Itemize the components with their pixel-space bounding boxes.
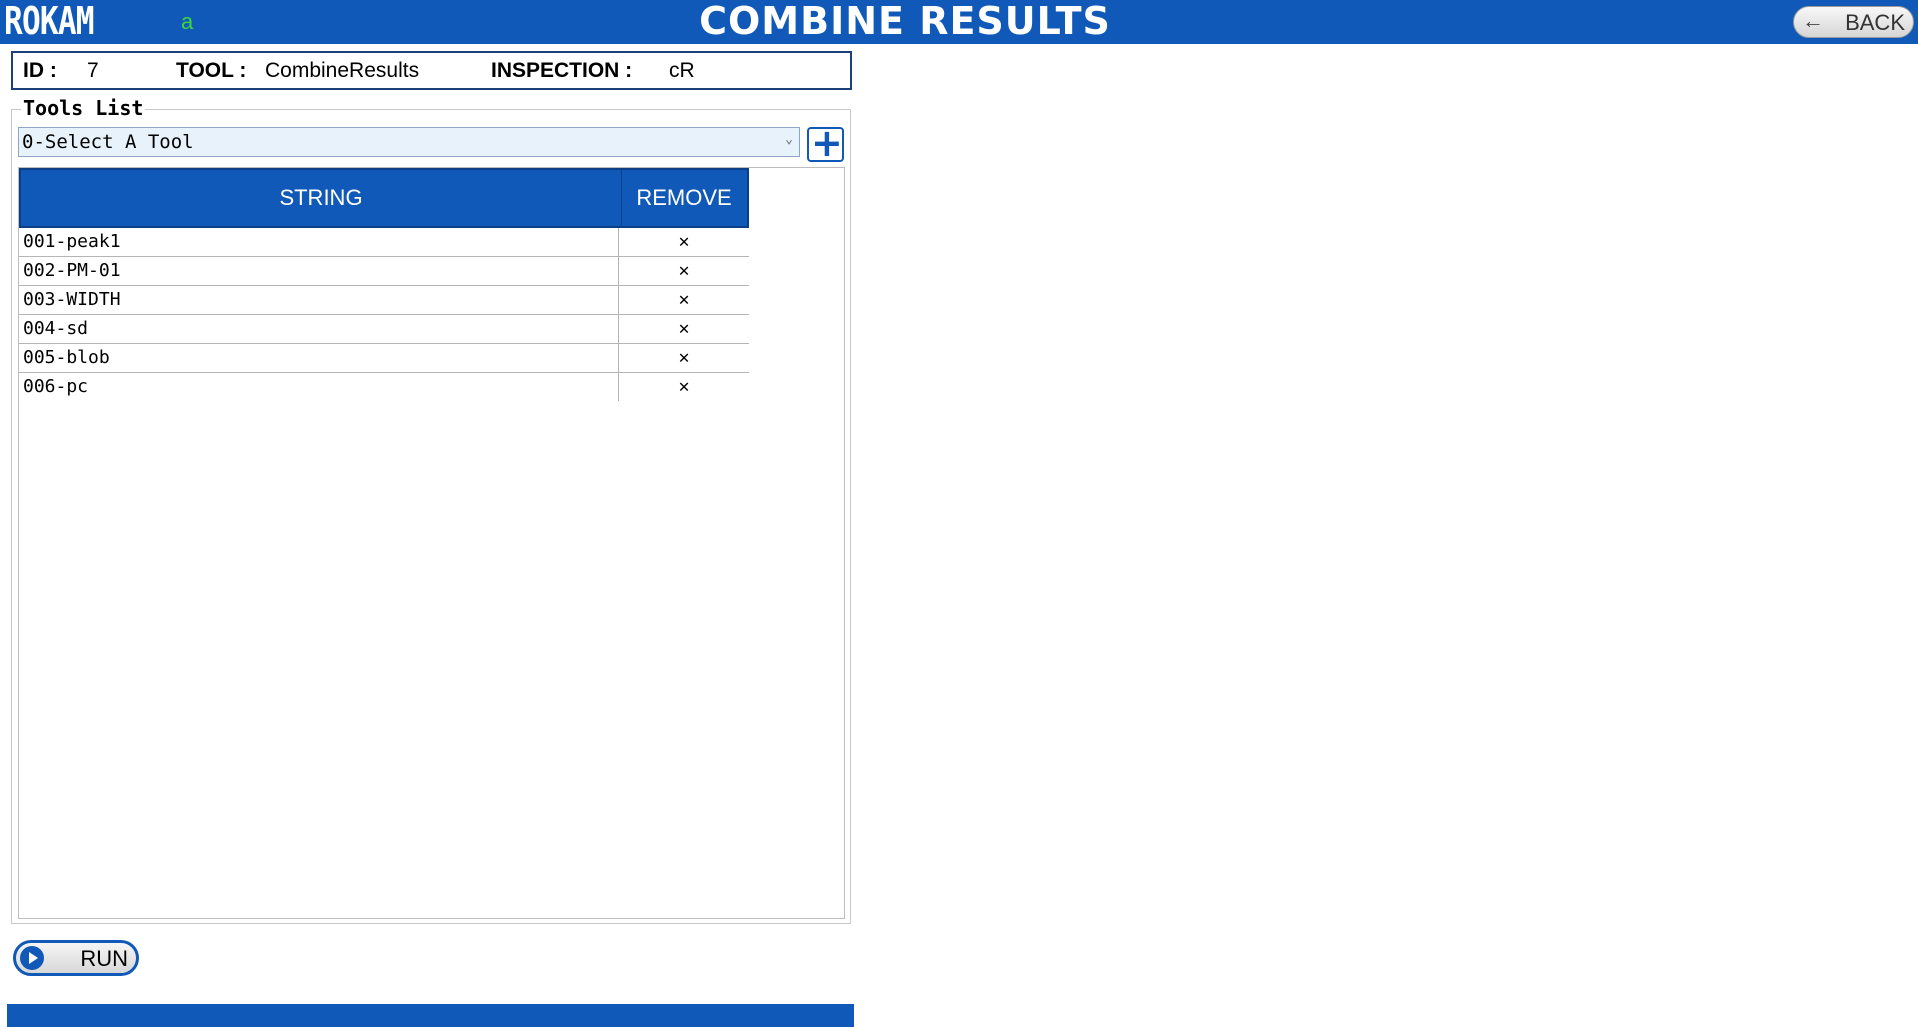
string-cell[interactable]: 005-blob (19, 344, 619, 372)
tool-select-value: 0-Select A Tool (22, 131, 194, 153)
tool-label: TOOL : (176, 59, 247, 82)
run-button-label: RUN (80, 946, 128, 971)
string-cell[interactable]: 002-PM-01 (19, 257, 619, 285)
tool-select[interactable]: 0-Select A Tool ⌄ (18, 127, 800, 157)
add-tool-button[interactable]: + (807, 121, 844, 165)
table-row[interactable]: 006-pc ✕ (19, 373, 749, 401)
tool-info-box: ID : 7 TOOL : CombineResults INSPECTION … (11, 51, 852, 90)
remove-icon[interactable]: ✕ (619, 344, 749, 372)
remove-icon[interactable]: ✕ (619, 315, 749, 343)
plus-icon: + (811, 121, 843, 165)
arrow-left-icon: ← (1802, 8, 1824, 33)
tools-list-legend: Tools List (21, 96, 146, 120)
table-row[interactable]: 003-WIDTH ✕ (19, 286, 749, 315)
remove-icon[interactable]: ✕ (619, 257, 749, 285)
remove-icon[interactable]: ✕ (619, 228, 749, 256)
string-cell[interactable]: 004-sd (19, 315, 619, 343)
page-title: COMBINE RESULTS (699, 0, 1111, 43)
string-cell[interactable]: 001-peak1 (19, 228, 619, 256)
table-row[interactable]: 005-blob ✕ (19, 344, 749, 373)
column-header-string[interactable]: STRING (21, 170, 622, 226)
table-row[interactable]: 001-peak1 ✕ (19, 228, 749, 257)
inspection-value: cR (669, 59, 695, 82)
inspection-label: INSPECTION : (491, 59, 633, 82)
remove-icon[interactable]: ✕ (619, 286, 749, 314)
grid-rows: 001-peak1 ✕ 002-PM-01 ✕ 003-WIDTH ✕ 004-… (19, 228, 749, 401)
top-bar: ROKAM a COMBINE RESULTS ← BACK (0, 0, 1918, 44)
back-button-label: BACK (1845, 10, 1905, 35)
play-icon (20, 946, 44, 970)
footer-bar (7, 1004, 854, 1027)
tool-value: CombineResults (265, 59, 420, 82)
run-button[interactable]: RUN (13, 940, 139, 976)
back-button[interactable]: ← BACK (1793, 6, 1914, 38)
table-row[interactable]: 002-PM-01 ✕ (19, 257, 749, 286)
string-cell[interactable]: 006-pc (19, 373, 619, 401)
id-label: ID : (23, 59, 57, 82)
chevron-down-icon: ⌄ (785, 132, 793, 147)
id-value: 7 (87, 59, 99, 82)
grid-header: STRING REMOVE (19, 168, 749, 228)
string-cell[interactable]: 003-WIDTH (19, 286, 619, 314)
table-row[interactable]: 004-sd ✕ (19, 315, 749, 344)
column-header-remove[interactable]: REMOVE (621, 170, 747, 226)
remove-icon[interactable]: ✕ (619, 373, 749, 401)
